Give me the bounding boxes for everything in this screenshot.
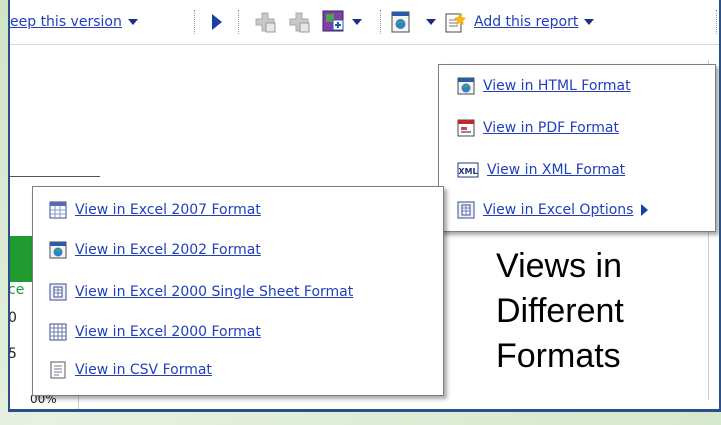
chevron-down-icon[interactable] bbox=[426, 19, 436, 25]
menu-item-excel-2002[interactable]: View in Excel 2002 Format bbox=[49, 241, 261, 259]
menu-item-xml[interactable]: XML View in XML Format bbox=[457, 161, 625, 179]
menu-item-pdf[interactable]: View in PDF Format bbox=[457, 119, 619, 137]
menu-item-excel-2000[interactable]: View in Excel 2000 Format bbox=[49, 323, 261, 341]
report-viewer-frame: eep this version Add this report ce 0 5 … bbox=[8, 0, 721, 412]
menu-item-excel-2007[interactable]: View in Excel 2007 Format bbox=[49, 201, 261, 219]
toolbar-separator bbox=[716, 10, 717, 34]
keep-version-dropdown[interactable]: eep this version bbox=[10, 0, 138, 44]
excel-2000-single-sheet-icon bbox=[49, 283, 67, 301]
excel-2007-icon bbox=[49, 201, 67, 219]
excel-2000-icon bbox=[49, 323, 67, 341]
add-report-icon bbox=[445, 13, 466, 33]
pdf-format-icon bbox=[457, 119, 475, 137]
partial-cell-text: ce bbox=[8, 282, 25, 298]
view-format-button[interactable] bbox=[390, 0, 412, 44]
menu-item-html[interactable]: View in HTML Format bbox=[457, 77, 631, 95]
excel-options-icon bbox=[457, 201, 475, 219]
chevron-down-icon[interactable] bbox=[127, 19, 138, 25]
view-format-menu: View in HTML Format View in PDF Format X… bbox=[438, 64, 716, 232]
excel-2002-icon bbox=[49, 241, 67, 259]
run-button[interactable] bbox=[212, 0, 222, 44]
drill-up-button[interactable] bbox=[288, 0, 310, 44]
caption-line: Different bbox=[496, 292, 624, 330]
view-format-dropdown[interactable] bbox=[420, 0, 436, 44]
chevron-down-icon[interactable] bbox=[584, 19, 595, 25]
caption-line: Views in bbox=[496, 247, 622, 285]
add-report-link[interactable]: Add this report bbox=[474, 14, 578, 30]
related-links-button[interactable] bbox=[322, 0, 362, 44]
menu-item-csv[interactable]: View in CSV Format bbox=[49, 361, 212, 379]
csv-format-icon bbox=[50, 361, 66, 379]
toolbar-separator bbox=[238, 10, 239, 34]
slide-caption: Views in Different Formats bbox=[496, 244, 666, 379]
html-format-icon bbox=[457, 77, 475, 95]
excel-options-submenu: View in Excel 2007 Format View in Excel … bbox=[32, 186, 444, 396]
caption-line: Formats bbox=[496, 337, 621, 375]
related-links-icon bbox=[322, 10, 344, 32]
partial-cell-text: 5 bbox=[8, 346, 17, 362]
drill-up-icon bbox=[289, 12, 310, 33]
html-format-icon bbox=[391, 11, 410, 33]
partial-cell-text: 0 bbox=[8, 310, 17, 326]
menu-item-excel-2000-single-sheet[interactable]: View in Excel 2000 Single Sheet Format bbox=[49, 283, 353, 301]
add-report-dropdown[interactable]: Add this report bbox=[444, 0, 595, 44]
xml-format-icon: XML bbox=[457, 162, 479, 178]
toolbar: eep this version Add this report bbox=[10, 0, 719, 45]
content-divider bbox=[10, 176, 100, 177]
chevron-down-icon[interactable] bbox=[352, 19, 362, 25]
drill-down-button[interactable] bbox=[254, 0, 276, 44]
toolbar-separator bbox=[380, 10, 381, 34]
svg-text:XML: XML bbox=[458, 167, 477, 176]
keep-version-link[interactable]: eep this version bbox=[10, 14, 122, 30]
play-icon bbox=[212, 14, 222, 30]
toolbar-separator bbox=[194, 10, 195, 34]
chevron-right-icon bbox=[641, 204, 649, 216]
menu-item-excel-options[interactable]: View in Excel Options bbox=[457, 201, 649, 219]
drill-down-icon bbox=[255, 12, 276, 33]
